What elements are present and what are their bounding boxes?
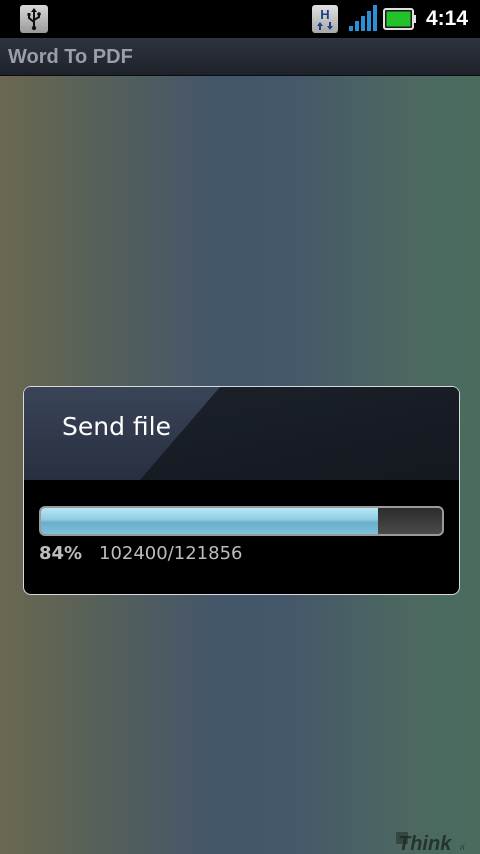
svg-text:Think: Think xyxy=(398,833,452,854)
progress-percent: 84% xyxy=(39,543,83,564)
dialog-header: Send file xyxy=(24,387,459,480)
battery-icon xyxy=(383,8,416,30)
hspa-data-icon: H xyxy=(312,5,338,33)
think-watermark-logo: Think ri xyxy=(396,832,465,854)
title-bar: Word To PDF xyxy=(0,38,480,76)
app-title: Word To PDF xyxy=(8,46,133,68)
svg-text:ri: ri xyxy=(460,843,465,852)
progress-bytes: 102400/121856 xyxy=(99,543,243,564)
dialog-title: Send file xyxy=(62,412,171,441)
send-file-dialog: Send file 84% 102400/121856 xyxy=(23,386,460,595)
status-bar: H 4:14 xyxy=(0,0,480,38)
usb-icon xyxy=(20,5,48,33)
progress-bar-fill xyxy=(41,508,378,534)
progress-bar xyxy=(39,506,444,536)
signal-strength-icon xyxy=(349,5,377,31)
svg-text:H: H xyxy=(320,7,329,22)
status-clock: 4:14 xyxy=(426,7,469,30)
